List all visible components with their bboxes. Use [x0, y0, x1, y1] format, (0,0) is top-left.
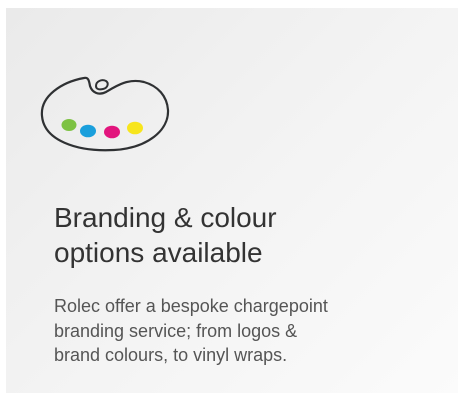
paint-green	[61, 119, 77, 131]
card-description: Rolec offer a bespoke chargepoint brandi…	[54, 294, 434, 368]
card-title-line: Branding & colour	[54, 202, 277, 233]
palette-icon	[40, 76, 170, 152]
branding-feature-card: Branding & colour options available Role…	[6, 8, 458, 393]
paint-magenta	[104, 125, 120, 139]
card-description-line: brand colours, to vinyl wraps.	[54, 345, 288, 365]
card-title-line: options available	[54, 237, 263, 268]
card-description-line: branding service; from logos &	[54, 320, 298, 341]
card-title: Branding & colour options available	[54, 200, 414, 270]
paint-yellow	[127, 121, 143, 135]
paint-blue	[80, 124, 96, 138]
palette-thumb-hole	[95, 79, 109, 91]
card-description-line: Rolec offer a bespoke chargepoint	[54, 296, 328, 316]
